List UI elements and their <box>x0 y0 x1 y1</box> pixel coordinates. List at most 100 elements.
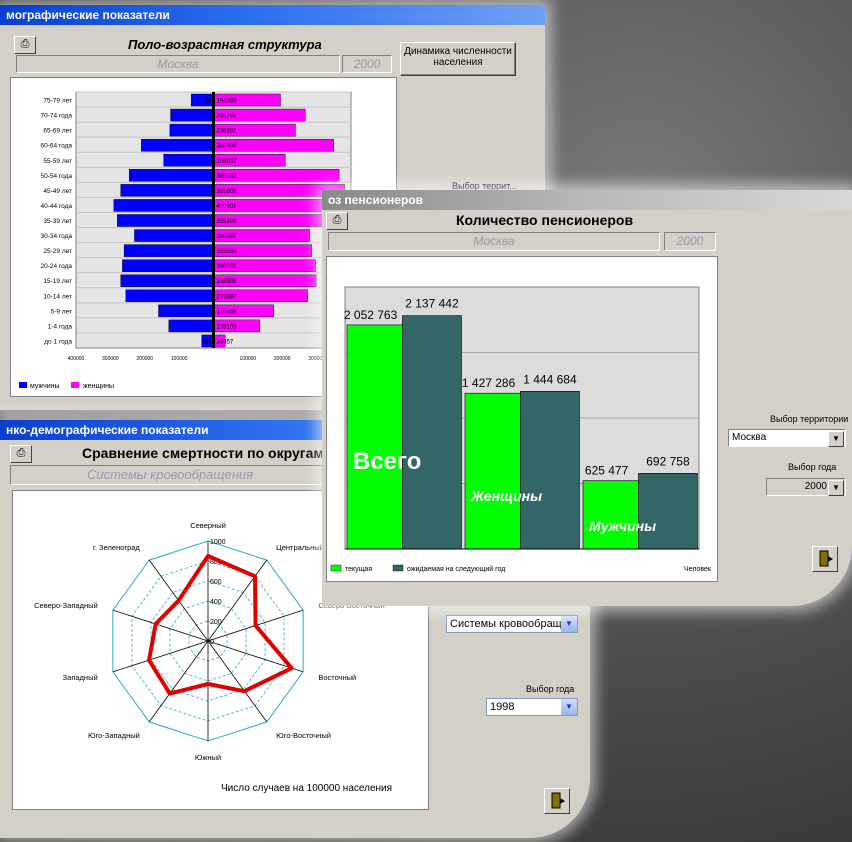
printer-icon[interactable]: ⎙ <box>326 212 348 230</box>
pension-year-field: 2000 <box>664 232 716 251</box>
women-value-label: 208937 <box>217 159 238 165</box>
category-label: 15-19 лет <box>43 278 72 285</box>
category-label: 65-69 лет <box>43 128 72 135</box>
women-value-label: 355999 <box>217 219 238 225</box>
women-value-label: 285639 <box>217 249 238 255</box>
women-value-label: 175595 <box>217 309 238 315</box>
women-value-label: 238337 <box>217 129 238 135</box>
pension-year-value: 2000 <box>804 481 827 492</box>
legend-swatch-current <box>330 564 342 572</box>
radar-axis-label: Северо-Западный <box>34 601 98 610</box>
cause-select[interactable]: Системы кровообращен ▼ <box>446 615 578 633</box>
next-value-label: 692 758 <box>646 454 690 468</box>
radar-spoke <box>112 609 209 642</box>
legend-label-current: текущая <box>345 566 372 573</box>
category-label-total: Всего <box>353 448 421 475</box>
exit-door-icon[interactable] <box>812 546 838 572</box>
radar-subtitle-field: Системы кровообращения <box>10 465 330 485</box>
women-value-label: 266792 <box>217 114 238 120</box>
men-bar <box>163 154 214 167</box>
printer-icon[interactable]: ⎙ <box>14 36 36 54</box>
current-value-label: 2 052 763 <box>344 308 398 322</box>
radial-tick-label: 400 <box>210 599 222 606</box>
pyramid-chart-title: Поло-возрастная структура <box>128 37 322 52</box>
x-tick-label: 100000 <box>171 356 188 362</box>
category-label: 20-24 года <box>40 263 72 270</box>
pyramid-year-field: 2000 <box>342 55 392 73</box>
category-label-men: Мужчины <box>589 518 656 534</box>
category-label: 45-49 лет <box>43 188 72 195</box>
pyramid-window-title: мографические показатели <box>0 5 545 25</box>
category-label: 35-39 лет <box>43 218 72 225</box>
dynamics-button[interactable]: Динамика численности населения <box>400 42 516 76</box>
pension-window-title: оз пенсионеров <box>322 190 852 210</box>
pension-year-label: Выбор года <box>788 462 837 472</box>
category-label: 30-34 года <box>40 233 72 240</box>
women-value-label: 280397 <box>217 234 238 240</box>
women-value-label: 365339 <box>217 174 238 180</box>
radar-axis-label: Западный <box>63 673 98 682</box>
radar-spoke <box>112 640 209 673</box>
men-bar <box>169 123 214 137</box>
current-value-label: 1 427 286 <box>462 376 516 390</box>
women-value-label: 33957 <box>217 339 234 345</box>
x-tick-label: 100000 <box>240 356 257 362</box>
chevron-down-icon[interactable]: ▼ <box>828 480 844 496</box>
territory-select-value: Москва <box>732 432 767 443</box>
radar-year-select[interactable]: 1998 ▼ <box>486 698 578 716</box>
women-value-label: 298596 <box>217 279 238 285</box>
chevron-down-icon[interactable]: ▼ <box>561 699 577 715</box>
territory-select[interactable]: Москва ▼ <box>728 429 846 447</box>
men-bar <box>120 184 214 197</box>
category-label: 55-59 лет <box>43 158 72 165</box>
radial-tick-label: 600 <box>210 579 222 586</box>
men-bar <box>158 304 214 318</box>
category-label: 40-44 года <box>40 203 72 210</box>
chevron-down-icon[interactable]: ▼ <box>561 616 577 632</box>
chevron-down-icon[interactable]: ▼ <box>828 431 844 447</box>
radar-spoke <box>148 640 209 723</box>
pensioners-bar-chart: 2 052 763 2 137 442 1 427 286 1 444 684 625 … <box>330 286 712 573</box>
legend-swatch-men <box>19 382 27 388</box>
pension-plot-panel: 2 052 763 2 137 442 1 427 286 1 444 684 625 … <box>326 256 718 582</box>
men-bar <box>120 274 214 287</box>
category-label: до 1 года <box>44 338 72 345</box>
men-bar <box>141 138 214 152</box>
territory-label: Выбор территории <box>770 414 849 424</box>
legend-label-men: мужчины <box>30 383 60 390</box>
pension-chart-title: Количество пенсионеров <box>456 212 634 228</box>
exit-door-icon[interactable] <box>544 788 570 814</box>
men-bar <box>113 199 214 212</box>
current-value-label: 625 477 <box>585 464 629 478</box>
next-value-label: 2 137 442 <box>405 297 459 311</box>
legend-swatch-next <box>392 564 404 572</box>
pension-window: оз пенсионеров ⎙ Количество пенсионеров … <box>322 190 852 606</box>
current-bar <box>464 392 521 550</box>
next-year-bar <box>638 473 698 550</box>
x-tick-label: 200000 <box>136 356 153 362</box>
men-value-label: 65 <box>205 99 212 105</box>
radar-axis-label: Центральный <box>276 543 324 552</box>
women-value-label: 410101 <box>217 204 238 210</box>
legend-label-women: женщины <box>83 383 114 390</box>
category-label: 1-4 года <box>48 323 73 330</box>
category-label: 25-29 лет <box>43 248 72 255</box>
x-tick-label: 300000 <box>102 356 119 362</box>
category-label: 10-14 лет <box>43 293 72 300</box>
radar-year-label: Выбор года <box>526 684 575 694</box>
printer-icon[interactable]: ⎙ <box>10 445 32 463</box>
category-label: 5-9 лет <box>51 308 72 315</box>
men-bar <box>129 169 214 182</box>
radar-spoke <box>207 640 268 723</box>
x-tick-label: 200000 <box>274 356 291 362</box>
pension-city-field: Москва <box>328 232 660 251</box>
radar-chart-title: Сравнение смертности по округам <box>82 445 324 461</box>
pension-year-select[interactable]: 2000 ▼ <box>766 478 846 496</box>
women-value-label: 273897 <box>217 294 238 300</box>
radar-axis-label: Северный <box>190 521 226 530</box>
next-value-label: 1 444 684 <box>523 372 577 386</box>
radar-caption: Число случаев на 100000 населения <box>221 783 393 794</box>
x-tick-label: 400000 <box>68 356 85 362</box>
category-label: 70-74 года <box>40 113 72 120</box>
unit-label: Человек <box>684 566 712 573</box>
